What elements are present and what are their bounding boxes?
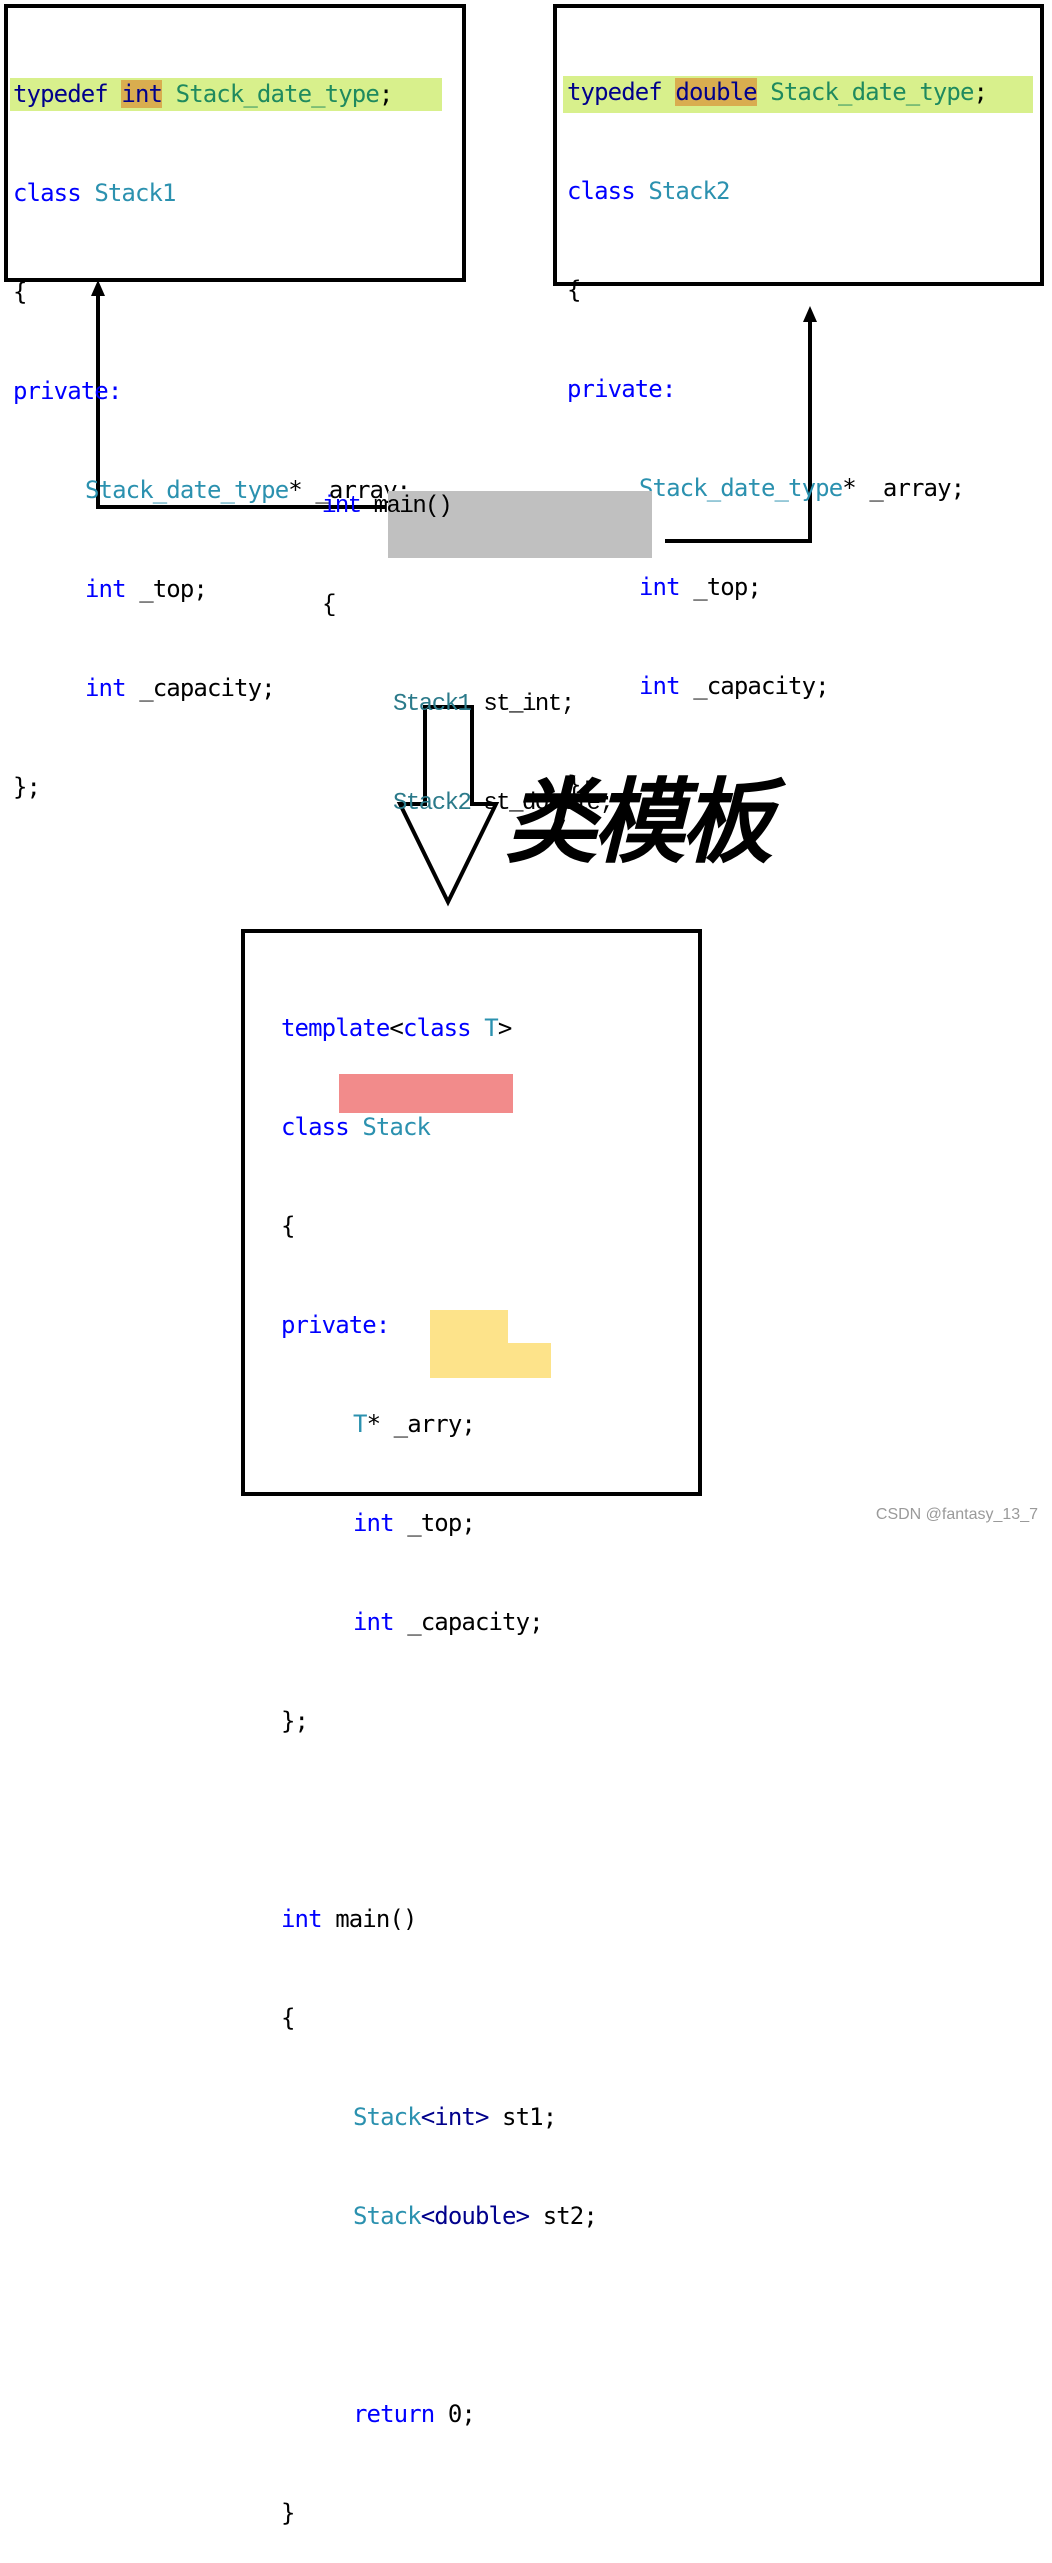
typedef-keyword: typedef	[567, 78, 663, 106]
typedef-name: Stack_date_type	[175, 80, 380, 108]
open-brace: {	[322, 592, 336, 619]
main-signature: main()	[321, 1905, 417, 1933]
template-arg-int: <int>	[420, 2103, 490, 2131]
decl-var: st_int;	[470, 691, 575, 718]
member-array: * _array;	[842, 474, 965, 502]
int-keyword: int	[639, 672, 681, 700]
member-type: Stack_date_type	[85, 476, 289, 504]
typedef-keyword: typedef	[13, 80, 109, 108]
class-keyword: class	[13, 179, 82, 207]
decl-var: st1;	[488, 2103, 557, 2131]
int-keyword: int	[281, 1905, 323, 1933]
typedef-type: int	[121, 80, 163, 108]
class-keyword: class	[402, 1014, 472, 1042]
main-signature: main()	[360, 493, 453, 520]
open-brace: {	[567, 276, 581, 304]
member-type: Stack_date_type	[639, 474, 843, 502]
class-name: Stack	[362, 1113, 431, 1141]
angle-close: >	[497, 1014, 512, 1042]
class-template-title: 类模板	[505, 769, 773, 876]
member-capacity: _capacity;	[393, 1608, 543, 1636]
member-capacity: _capacity;	[125, 674, 275, 702]
decl-type: Stack	[353, 2202, 422, 2230]
return-value: 0;	[434, 2400, 476, 2428]
decl-var: st2;	[529, 2202, 598, 2230]
int-keyword: int	[353, 1509, 395, 1537]
semicolon: ;	[973, 78, 988, 106]
int-keyword: int	[353, 1608, 395, 1636]
class-name: Stack2	[648, 177, 730, 205]
int-keyword: int	[85, 674, 127, 702]
member-top: _top;	[393, 1509, 476, 1537]
int-keyword: int	[322, 493, 362, 520]
close-brace: };	[281, 1707, 309, 1735]
close-brace: }	[281, 2499, 295, 2527]
class-keyword: class	[281, 1113, 350, 1141]
stack2-code: typedef double Stack_date_type; class St…	[563, 10, 1033, 835]
open-brace: {	[281, 2004, 295, 2032]
access-specifier: private:	[13, 377, 122, 405]
class-name: Stack1	[94, 179, 176, 207]
class-keyword: class	[567, 177, 636, 205]
open-brace: {	[281, 1212, 295, 1240]
member-top: _top;	[125, 575, 208, 603]
decl-type: Stack	[353, 2103, 422, 2131]
decl-type: Stack2	[393, 790, 472, 817]
watermark: CSDN @fantasy_13_7	[875, 1506, 1038, 1523]
typedef-line: typedef double Stack_date_type;	[563, 76, 1033, 113]
typedef-name: Stack_date_type	[770, 78, 974, 106]
template-param: T	[484, 1014, 498, 1042]
angle-open: <	[389, 1014, 403, 1042]
int-keyword: int	[639, 573, 681, 601]
access-specifier: private:	[567, 375, 676, 403]
access-specifier: private:	[281, 1311, 390, 1339]
return-keyword: return	[353, 2400, 435, 2428]
member-type-T: T	[353, 1410, 367, 1438]
semicolon: ;	[378, 80, 393, 108]
open-brace: {	[13, 278, 27, 306]
int-keyword: int	[85, 575, 127, 603]
typedef-line: typedef int Stack_date_type;	[10, 78, 442, 111]
template-keyword: template	[281, 1014, 390, 1042]
member-array: * _arry;	[366, 1410, 476, 1438]
template-code: template<class T> class Stack { private:…	[281, 946, 598, 2563]
template-arg-double: <double>	[420, 2202, 530, 2230]
decl-type: Stack1	[393, 691, 472, 718]
member-capacity: _capacity;	[679, 672, 829, 700]
member-top: _top;	[679, 573, 762, 601]
typedef-type: double	[675, 78, 758, 106]
